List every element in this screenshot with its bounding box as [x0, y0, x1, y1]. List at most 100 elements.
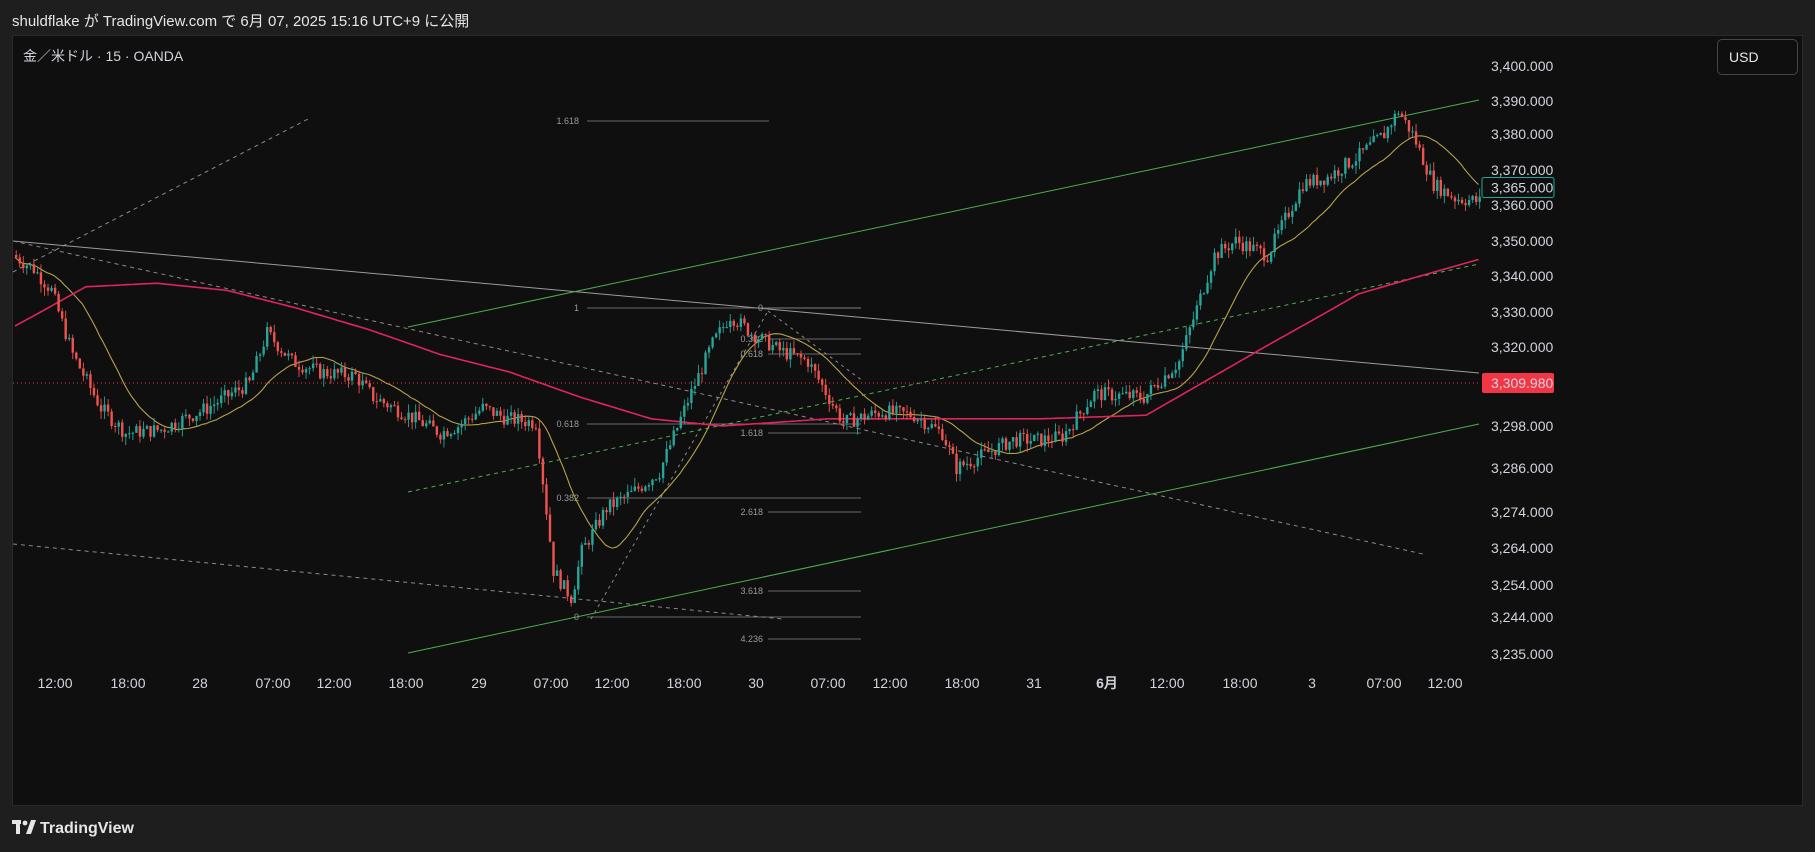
candle-body	[1407, 120, 1411, 132]
candle-body	[711, 337, 714, 348]
candle-body	[1231, 243, 1234, 251]
candle-body	[1467, 199, 1471, 206]
candle-body	[969, 463, 972, 467]
candle-body	[1305, 179, 1308, 192]
candle-body	[82, 368, 85, 376]
candle-body	[1103, 387, 1107, 401]
fib1-level-label: 1	[574, 303, 579, 313]
candle-body	[951, 447, 955, 454]
chart-panel[interactable]: 3,235.000 3,244.000 3,254.000 3,264.000 3,27…	[12, 35, 1803, 806]
candle-body	[760, 334, 764, 340]
candle-body	[237, 387, 241, 391]
symbol-title: 金／米ドル · 15 · OANDA	[23, 48, 184, 64]
y-tick-label: 3,350.000	[1491, 233, 1553, 249]
candle-body	[1432, 170, 1435, 192]
candle-body	[110, 411, 113, 426]
candle-body	[958, 461, 962, 475]
candle-body	[849, 413, 852, 415]
candle-body	[1460, 199, 1464, 204]
fib1-level-label: 0.618	[556, 419, 579, 429]
x-tick-label: 28	[192, 675, 208, 691]
publish-info: shuldflake が TradingView.com で 6月 07, 20…	[12, 13, 470, 30]
candle-body	[884, 415, 888, 420]
candle-body	[181, 416, 184, 429]
tradingview-logo[interactable]: TradingView	[12, 820, 134, 838]
candle-body	[739, 318, 743, 327]
candle-body	[308, 368, 311, 370]
candle-body	[255, 355, 258, 373]
candle-body	[234, 387, 237, 393]
candle-body	[1478, 196, 1481, 202]
candle-body	[453, 433, 456, 435]
candle-body	[750, 334, 753, 336]
candle-body	[1337, 170, 1340, 176]
candle-body	[1075, 411, 1078, 430]
candle-body	[1117, 393, 1121, 399]
candle-body	[697, 373, 700, 387]
candle-body	[227, 390, 230, 397]
candle-body	[1040, 433, 1043, 446]
candle-body	[1390, 125, 1393, 128]
candle-body	[1425, 165, 1428, 175]
candle-body	[548, 514, 552, 542]
candle-body	[714, 333, 718, 338]
candle-body	[460, 424, 463, 428]
candle-body	[1050, 441, 1054, 443]
candle-body	[743, 318, 746, 324]
currency-button[interactable]: USD	[1717, 39, 1798, 75]
candle-body	[584, 542, 587, 545]
candle-body	[927, 427, 930, 430]
candle-body	[57, 293, 60, 312]
candle-body	[587, 542, 591, 545]
candle-body	[700, 373, 704, 375]
candle-body	[562, 580, 566, 589]
candle-body	[1368, 142, 1372, 145]
candle-body	[1160, 386, 1163, 388]
candle-body	[1436, 180, 1439, 192]
candle-body	[997, 443, 1001, 456]
candle-body	[1213, 252, 1216, 272]
channel-lower	[407, 423, 1480, 654]
candle-body	[99, 405, 103, 412]
candle-body	[262, 346, 265, 355]
candle-body	[803, 357, 806, 359]
candle-body	[499, 410, 502, 416]
candle-body	[870, 410, 873, 416]
candle-body	[400, 417, 403, 420]
candle-body	[15, 255, 18, 258]
candle-body	[43, 284, 46, 288]
candle-body	[124, 433, 127, 437]
candle-body	[1238, 236, 1241, 243]
candle-body	[163, 429, 166, 432]
candle-body	[1326, 176, 1329, 185]
candle-body	[891, 405, 895, 414]
price-chart[interactable]: 3,235.000 3,244.000 3,254.000 3,264.000 3,27…	[13, 36, 1803, 806]
x-tick-label: 31	[1026, 675, 1042, 691]
candle-body	[824, 384, 827, 396]
candle-body	[1068, 429, 1071, 432]
channel-upper	[407, 99, 1480, 328]
candle-body	[131, 432, 135, 434]
candle-body	[785, 347, 789, 360]
candle-body	[389, 405, 393, 408]
x-tick-label: 29	[471, 675, 487, 691]
candle-body	[838, 408, 842, 422]
candle-body	[817, 370, 820, 380]
candle-body	[170, 422, 173, 432]
candle-body	[304, 369, 308, 373]
candle-body	[983, 449, 986, 451]
x-tick-label: 30	[748, 675, 764, 691]
candle-body	[1096, 389, 1100, 391]
y-tick-label: 3,390.000	[1491, 93, 1553, 109]
candle-body	[1453, 197, 1457, 202]
candle-body	[386, 403, 389, 408]
candle-body	[828, 395, 831, 405]
x-tick-label: 3	[1308, 675, 1316, 691]
candle-body	[1057, 431, 1061, 434]
candle-body	[679, 416, 682, 429]
candle-body	[446, 431, 449, 437]
candle-body	[1301, 189, 1305, 192]
candle-body	[212, 404, 216, 406]
candle-body	[612, 499, 615, 507]
candle-body	[1248, 241, 1252, 251]
